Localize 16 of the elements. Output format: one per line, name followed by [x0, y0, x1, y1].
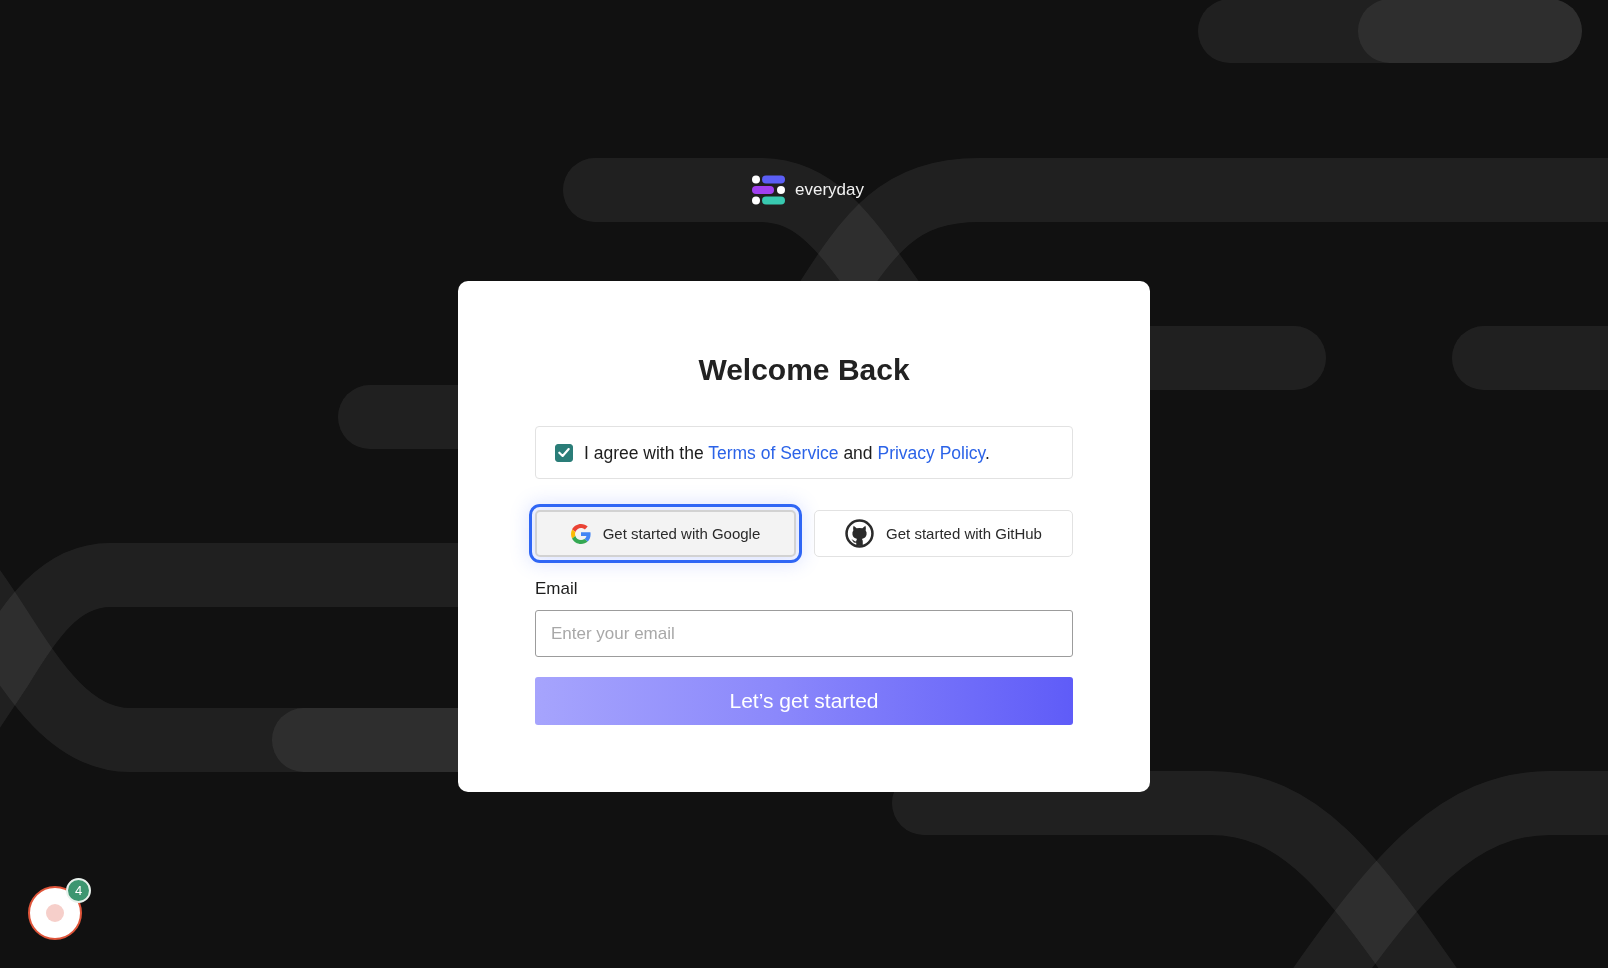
- cat-logo-icon: [845, 519, 875, 548]
- logo-icon: [752, 175, 785, 205]
- agreement-text: I agree with the Terms of Service and Privacy Policy.: [584, 441, 990, 464]
- google-g-icon: [570, 523, 591, 544]
- email-label: Email: [535, 578, 578, 600]
- card-title: Welcome Back: [698, 352, 910, 388]
- github-sign-in-button[interactable]: Get started with GitHub: [814, 510, 1073, 557]
- brand-name: everyday: [795, 179, 864, 201]
- checkmark-icon: [558, 448, 570, 457]
- get-started-button[interactable]: Let’s get started: [535, 677, 1073, 725]
- agree-checkbox[interactable]: [555, 443, 573, 462]
- count-badge: 4: [66, 878, 91, 903]
- policy-link[interactable]: Terms of Service: [708, 442, 839, 463]
- policy-link[interactable]: Privacy Policy: [877, 442, 986, 463]
- email-field[interactable]: Enter your email: [535, 610, 1073, 657]
- dot-icon: [46, 904, 64, 922]
